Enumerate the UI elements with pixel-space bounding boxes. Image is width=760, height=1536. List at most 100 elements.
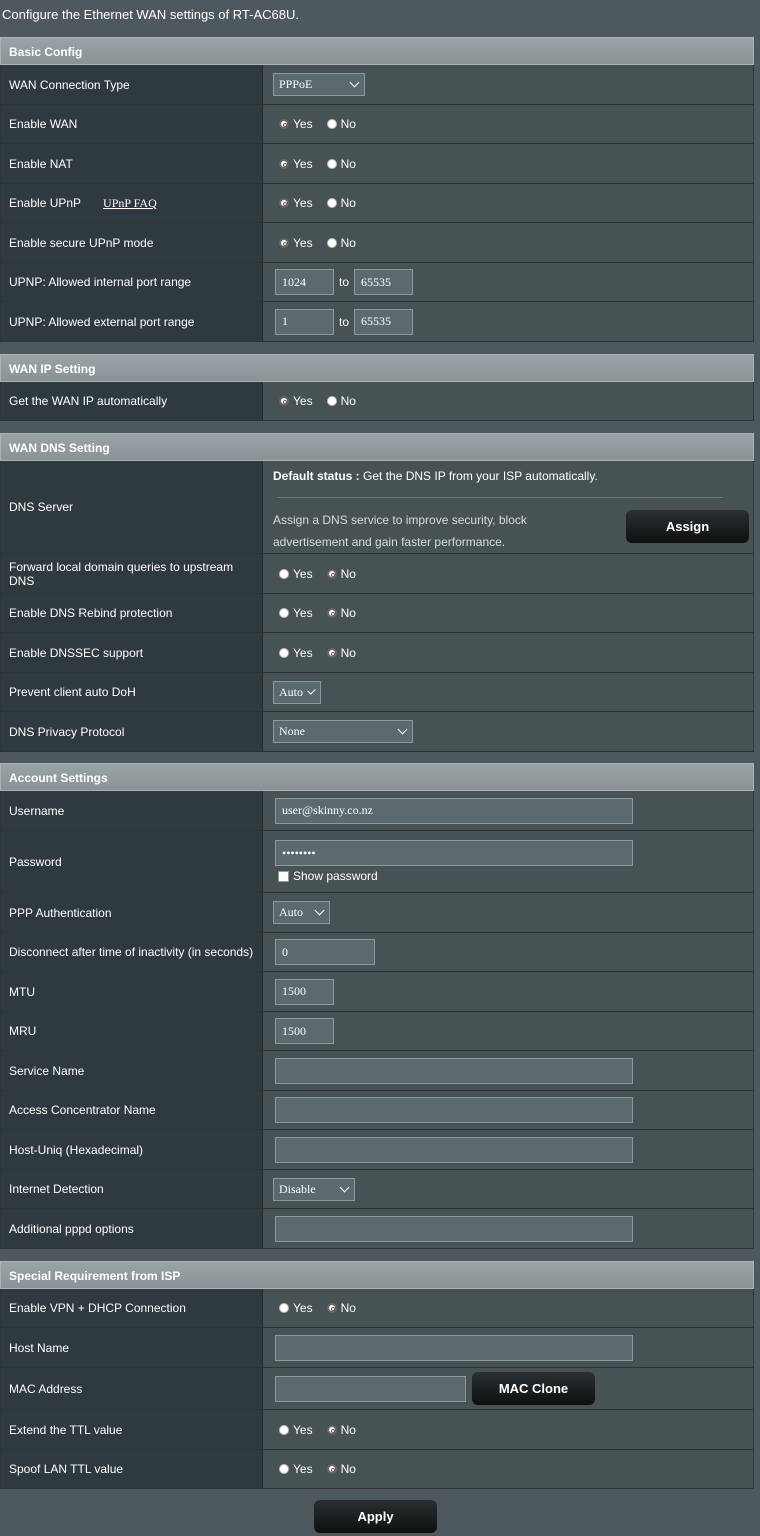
assign-text-line: Assign a DNS service to improve security… xyxy=(273,513,527,527)
radio-label: Yes xyxy=(293,566,313,581)
radio-label: Yes xyxy=(293,1422,313,1437)
radio-label: No xyxy=(340,1422,356,1437)
enable-upnp-row: Enable UPnP UPnP FAQ Yes No xyxy=(0,184,754,223)
radio-label: No xyxy=(340,1462,356,1476)
pppd-options-input[interactable] xyxy=(275,1215,633,1242)
assign-button[interactable]: Assign xyxy=(626,510,749,543)
wan-ip-auto-row: Get the WAN IP automatically Yes No xyxy=(0,382,754,421)
dnssec-yes-radio[interactable] xyxy=(279,647,289,658)
field-label: Enable DNSSEC support xyxy=(1,633,263,672)
field-label: Enable WAN xyxy=(1,105,263,143)
wan-type-select[interactable]: PPPoE xyxy=(273,73,365,96)
dns-server-panel: Default status : Get the DNS IP from you… xyxy=(263,461,753,553)
field-label: Host Name xyxy=(1,1328,263,1367)
dnssec-no-radio[interactable] xyxy=(326,647,337,658)
internet-detection-select[interactable]: Disable xyxy=(273,1177,355,1201)
secure-upnp-no-radio[interactable] xyxy=(326,237,337,248)
select-value: None xyxy=(279,724,305,738)
mtu-input[interactable]: 1500 xyxy=(275,978,334,1005)
show-password-checkbox[interactable] xyxy=(278,870,289,882)
spoof-ttl-row: Spoof LAN TTL value Yes No xyxy=(0,1450,754,1489)
ac-name-input[interactable] xyxy=(275,1097,633,1123)
extend-ttl-yes-radio[interactable] xyxy=(279,1424,289,1435)
dns-rebind-row: Enable DNS Rebind protection Yes No xyxy=(0,594,754,633)
secure-upnp-yes-radio[interactable] xyxy=(279,237,289,248)
chevron-down-icon xyxy=(349,77,360,88)
mtu-row: MTU 1500 xyxy=(0,972,754,1012)
wan-ip-auto-yes-radio[interactable] xyxy=(279,396,289,406)
internet-detection-row: Internet Detection Disable xyxy=(0,1170,754,1209)
enable-upnp-yes-radio[interactable] xyxy=(279,198,289,208)
external-port-from-input[interactable]: 1 xyxy=(275,308,334,335)
radio-label: No xyxy=(340,1301,356,1315)
account-settings-section: Account Settings Username user@skinny.co… xyxy=(0,763,754,1249)
assign-text-line: advertisement and gain faster performanc… xyxy=(273,535,506,549)
section-title: WAN DNS Setting xyxy=(0,433,754,461)
dns-rebind-yes-radio[interactable] xyxy=(279,608,289,618)
field-label: Extend the TTL value xyxy=(1,1410,263,1449)
field-label: Enable NAT xyxy=(1,144,263,183)
external-port-range-row: UPNP: Allowed external port range 1 to 6… xyxy=(0,302,754,342)
host-uniq-input[interactable] xyxy=(275,1136,633,1163)
forward-dns-yes-radio[interactable] xyxy=(279,568,289,579)
enable-wan-no-radio[interactable] xyxy=(326,119,337,129)
enable-upnp-no-radio[interactable] xyxy=(326,198,337,208)
mac-clone-button[interactable]: MAC Clone xyxy=(472,1372,595,1405)
radio-label: No xyxy=(340,156,356,171)
field-label: Additional pppd options xyxy=(1,1209,263,1248)
upnp-faq-link[interactable]: UPnP FAQ xyxy=(103,196,157,210)
password-input[interactable]: •••••••• xyxy=(275,840,633,866)
radio-label: No xyxy=(340,117,356,131)
radio-label: Yes xyxy=(293,196,313,210)
vpn-dhcp-row: Enable VPN + DHCP Connection Yes No xyxy=(0,1289,754,1328)
mru-input[interactable]: 1500 xyxy=(275,1018,334,1044)
section-title: Account Settings xyxy=(0,763,754,791)
username-input[interactable]: user@skinny.co.nz xyxy=(275,797,633,824)
dns-privacy-row: DNS Privacy Protocol None xyxy=(0,712,754,752)
vpn-dhcp-no-radio[interactable] xyxy=(326,1303,337,1313)
section-title: Special Requirement from ISP xyxy=(0,1261,754,1289)
service-name-input[interactable] xyxy=(275,1057,633,1084)
spoof-ttl-yes-radio[interactable] xyxy=(279,1464,289,1474)
ppp-auth-select[interactable]: Auto xyxy=(273,901,330,924)
idle-timeout-input[interactable]: 0 xyxy=(275,939,375,965)
host-name-input[interactable] xyxy=(275,1334,633,1361)
apply-button[interactable]: Apply xyxy=(314,1500,437,1533)
wan-ip-section: WAN IP Setting Get the WAN IP automatica… xyxy=(0,354,754,421)
radio-label: Yes xyxy=(293,1301,313,1315)
username-row: Username user@skinny.co.nz xyxy=(0,791,754,831)
field-label: Disconnect after time of inactivity (in … xyxy=(1,933,263,971)
enable-nat-yes-radio[interactable] xyxy=(279,158,289,169)
mac-address-input[interactable] xyxy=(275,1375,466,1402)
radio-label: No xyxy=(340,394,356,408)
select-value: Disable xyxy=(279,1181,316,1196)
field-label: Access Concentrator Name xyxy=(1,1091,263,1129)
wan-ip-auto-no-radio[interactable] xyxy=(326,396,337,406)
enable-wan-yes-radio[interactable] xyxy=(279,119,289,129)
field-label: Spoof LAN TTL value xyxy=(1,1450,263,1488)
field-label: Password xyxy=(1,831,263,892)
vpn-dhcp-yes-radio[interactable] xyxy=(279,1303,289,1313)
radio-label: Yes xyxy=(293,606,313,620)
extend-ttl-no-radio[interactable] xyxy=(326,1424,337,1435)
field-label: MRU xyxy=(1,1012,263,1050)
external-port-to-input[interactable]: 65535 xyxy=(354,308,414,335)
internal-port-to-input[interactable]: 65535 xyxy=(354,269,414,295)
status-text: Get the DNS IP from your ISP automatical… xyxy=(359,469,598,483)
spoof-ttl-no-radio[interactable] xyxy=(326,1464,337,1474)
radio-label: Yes xyxy=(293,1462,313,1476)
chevron-down-icon xyxy=(314,905,325,916)
pppd-options-row: Additional pppd options xyxy=(0,1209,754,1249)
field-label: Get the WAN IP automatically xyxy=(1,382,263,420)
wan-dns-section: WAN DNS Setting DNS Server Default statu… xyxy=(0,433,754,752)
section-title: Basic Config xyxy=(0,37,754,65)
internal-port-from-input[interactable]: 1024 xyxy=(275,269,334,295)
enable-nat-no-radio[interactable] xyxy=(326,158,337,169)
dns-privacy-select[interactable]: None xyxy=(273,720,413,743)
select-value: Auto xyxy=(279,905,303,919)
field-label: Enable UPnP UPnP FAQ xyxy=(1,184,263,222)
doh-select[interactable]: Auto xyxy=(273,680,321,704)
field-label: PPP Authentication xyxy=(1,893,263,932)
dns-rebind-no-radio[interactable] xyxy=(326,608,337,618)
forward-dns-no-radio[interactable] xyxy=(326,568,337,579)
